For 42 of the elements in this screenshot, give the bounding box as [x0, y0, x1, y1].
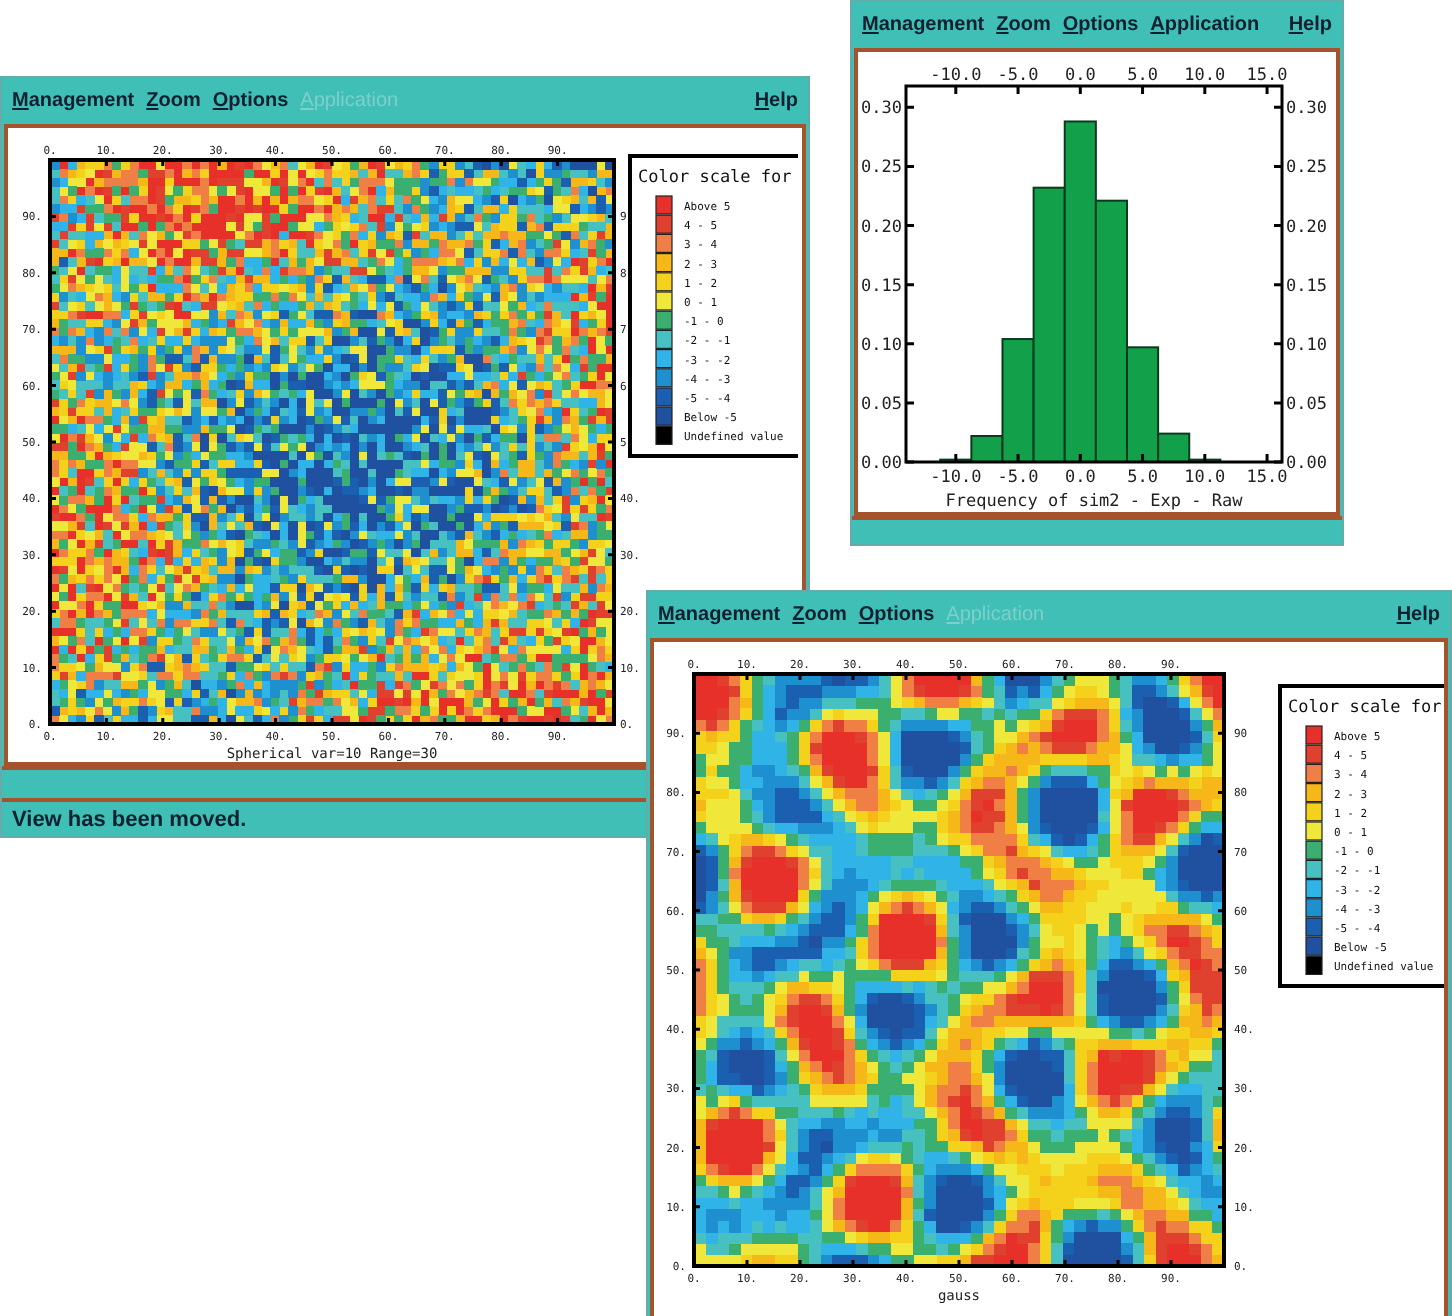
axis-label: -5.0 — [997, 66, 1039, 86]
menu-item[interactable]: Zoom — [786, 604, 853, 626]
menu-item[interactable]: Management — [652, 604, 787, 626]
axis-label: 0.0 — [1064, 66, 1096, 86]
menu-item[interactable]: Management — [856, 14, 991, 36]
axis-label: -10.0 — [930, 66, 982, 86]
axis-label: 10.0 — [1184, 468, 1226, 488]
axis-label: 5.0 — [1127, 468, 1158, 488]
menu-item[interactable]: Zoom — [140, 90, 207, 112]
legend-title: Color scale for — [638, 168, 792, 188]
axis-label: 0.0 — [1064, 468, 1096, 488]
axis-label: 0.00 — [861, 454, 902, 474]
axis-label: 0.25 — [1286, 158, 1327, 179]
axis-label: 5.0 — [1127, 66, 1158, 86]
axis-label: 0.05 — [861, 394, 902, 415]
menu-item[interactable]: Options — [206, 90, 295, 112]
axis-label: 0.30 — [861, 99, 902, 120]
axis-label: 0.05 — [1286, 394, 1327, 415]
axis-label: 0.20 — [861, 217, 902, 238]
menu-item[interactable]: Management — [6, 90, 141, 112]
help-menu[interactable]: Help — [748, 90, 804, 112]
axis-label: -5.0 — [997, 468, 1039, 488]
axis-label: 0.10 — [861, 335, 902, 356]
menu-item[interactable]: Options — [852, 604, 941, 626]
axis-label: 0.15 — [861, 276, 902, 297]
axis-label: 0.00 — [1286, 454, 1327, 474]
axis-label: 0.30 — [1286, 99, 1327, 120]
menu-item[interactable]: Zoom — [990, 14, 1057, 36]
axis-label: 0.15 — [1286, 276, 1327, 297]
legend-title: Color scale for — [1288, 698, 1442, 718]
menu-item[interactable]: Options — [1056, 14, 1145, 36]
axis-label: -10.0 — [930, 468, 982, 488]
axis-label: 15.0 — [1246, 468, 1288, 488]
axis-title: Frequency of sim2 - Exp - Raw — [945, 492, 1243, 512]
menu-item[interactable]: Application — [1144, 14, 1266, 36]
axis-label: 15.0 — [1246, 66, 1288, 86]
axis-label: 0.10 — [1286, 335, 1327, 356]
help-menu[interactable]: Help — [1390, 604, 1446, 626]
axis-label: 0.25 — [861, 158, 902, 179]
help-menu[interactable]: Help — [1282, 14, 1338, 36]
axis-label: 10.0 — [1184, 66, 1226, 86]
axis-label: 0.20 — [1286, 217, 1327, 238]
